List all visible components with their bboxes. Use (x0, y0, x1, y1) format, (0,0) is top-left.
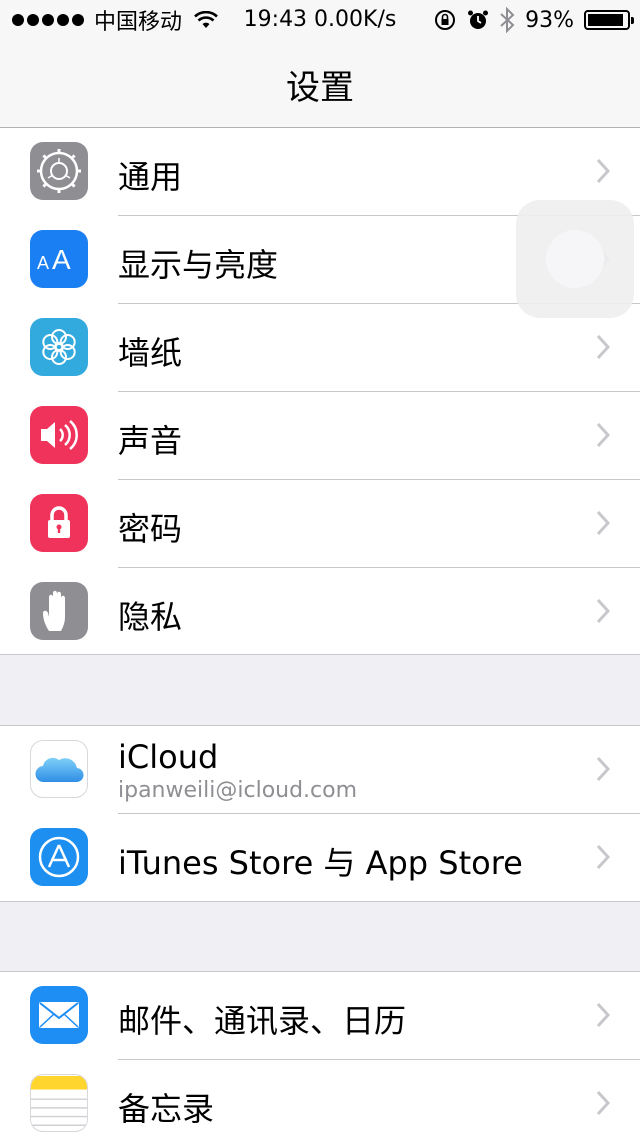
settings-item-label: 备忘录 (118, 1090, 215, 1128)
settings-item-passcode[interactable]: 密码 (0, 480, 640, 568)
navigation-bar: 设置 (0, 40, 640, 128)
assistive-touch-button[interactable] (516, 200, 634, 318)
battery-percent: 93% (525, 7, 574, 33)
settings-group-accounts: iCloud ipanweili@icloud.com iTunes Store… (0, 725, 640, 902)
chevron-right-icon (596, 1090, 610, 1116)
settings-item-label: 密码 (118, 510, 183, 548)
battery-icon (584, 10, 634, 30)
mail-icon (30, 986, 88, 1044)
settings-item-notes[interactable]: 备忘录 (0, 1060, 640, 1136)
hand-icon (30, 582, 88, 640)
rotation-lock-icon (435, 10, 456, 30)
gear-icon (30, 142, 88, 200)
flower-icon (30, 318, 88, 376)
chevron-right-icon (596, 598, 610, 624)
lock-icon (30, 494, 88, 552)
chevron-right-icon (596, 510, 610, 536)
chevron-right-icon (596, 334, 610, 360)
status-right: 93% (433, 6, 634, 34)
settings-item-icloud[interactable]: iCloud ipanweili@icloud.com (0, 726, 640, 814)
settings-item-label: 声音 (118, 422, 183, 460)
bluetooth-icon (500, 7, 515, 33)
settings-item-privacy[interactable]: 隐私 (0, 568, 640, 656)
settings-screen: 中国移动 19:43 0.00K/s 93% 设置 通用 A A 显示与亮度 墙… (0, 0, 640, 1136)
settings-item-label: 显示与亮度 (118, 246, 279, 284)
app-store-icon (30, 828, 88, 886)
account-email: ipanweili@icloud.com (118, 778, 358, 803)
settings-item-mail-contacts-calendars[interactable]: 邮件、通讯录、日历 (0, 972, 640, 1060)
svg-text:A: A (37, 253, 49, 273)
text-size-icon: A A (30, 230, 88, 288)
settings-item-label: 通用 (118, 158, 183, 196)
chevron-right-icon (596, 1002, 610, 1028)
alarm-icon (468, 10, 489, 29)
chevron-right-icon (596, 844, 610, 870)
settings-item-label: 隐私 (118, 598, 183, 636)
speaker-icon (30, 406, 88, 464)
settings-group-apps: 邮件、通讯录、日历 备忘录 (0, 971, 640, 1136)
notes-icon (30, 1074, 88, 1132)
chevron-right-icon (596, 158, 610, 184)
page-title: 设置 (286, 68, 354, 108)
chevron-right-icon (596, 422, 610, 448)
settings-item-itunes-app-store[interactable]: iTunes Store 与 App Store (0, 814, 640, 902)
settings-item-sounds[interactable]: 声音 (0, 392, 640, 480)
settings-item-label: 墙纸 (118, 334, 183, 372)
status-bar: 中国移动 19:43 0.00K/s 93% (0, 0, 640, 40)
chevron-right-icon (596, 756, 610, 782)
svg-text:A: A (52, 244, 71, 275)
cloud-icon (30, 740, 88, 798)
settings-item-label: iCloud (118, 738, 219, 776)
settings-item-label: 邮件、通讯录、日历 (118, 1002, 407, 1040)
settings-item-label: iTunes Store 与 App Store (118, 844, 523, 882)
